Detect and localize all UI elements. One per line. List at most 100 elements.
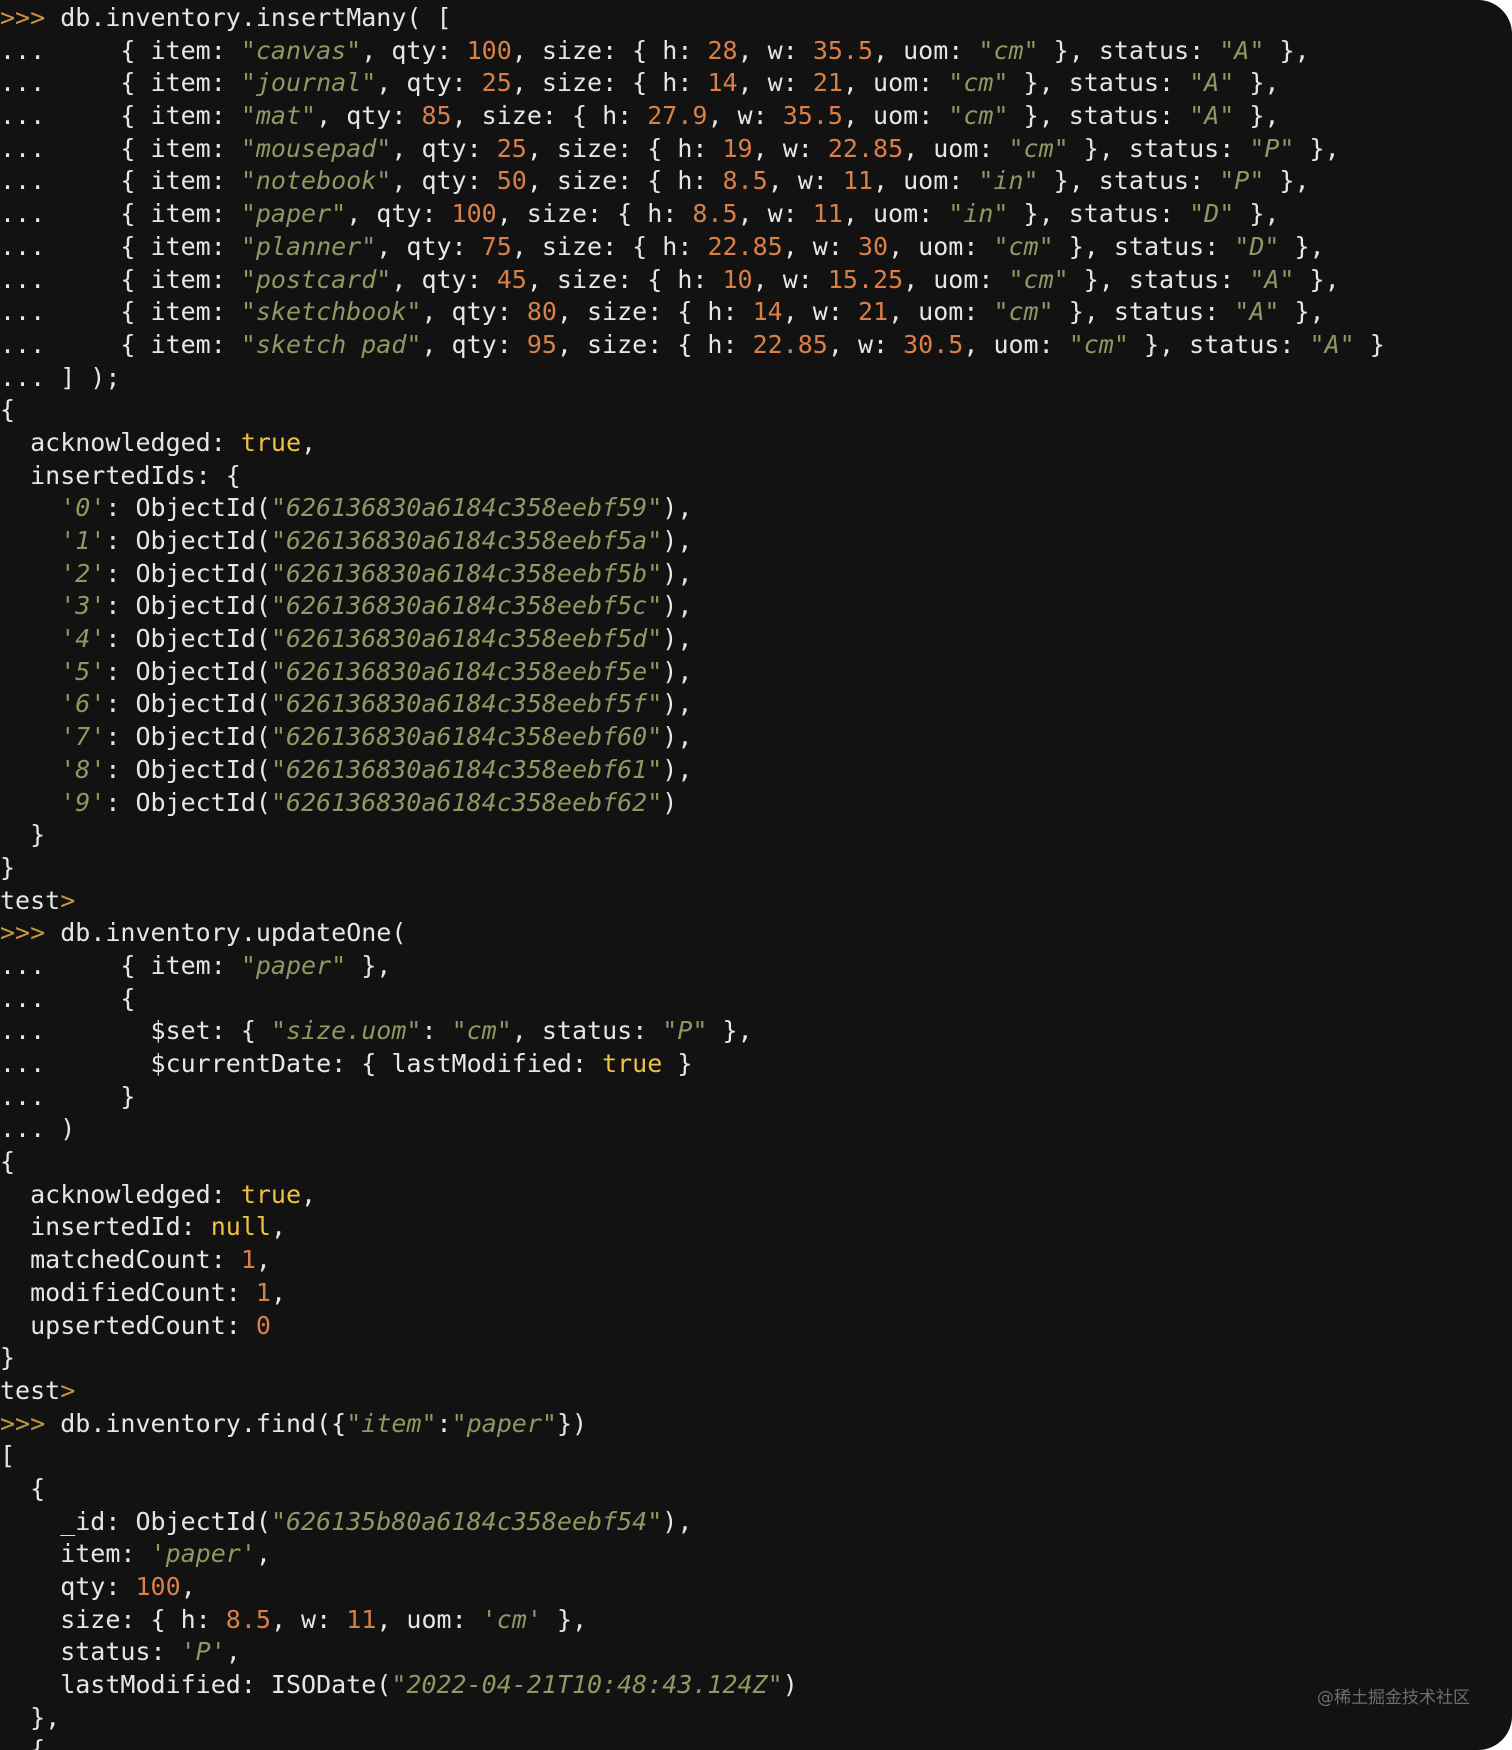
code-token: "A" (1219, 35, 1265, 65)
code-token: "notebook" (240, 166, 392, 196)
code-token: "paper" (240, 950, 347, 980)
code-token: 30.5 (903, 329, 964, 359)
code-token: }, status: (1068, 264, 1250, 294)
code-token: , size: { h: (556, 297, 753, 327)
code-token: "P" (1219, 166, 1265, 196)
code-token: , w: (752, 264, 828, 294)
code-token: >>> (0, 918, 61, 948)
code-token: ... { item: (0, 264, 241, 294)
terminal-line: '4': ObjectId("626136830a6184c358eebf5d"… (0, 623, 1385, 656)
code-token: , uom: (888, 231, 994, 261)
terminal-line: ... ] ); (0, 362, 1385, 395)
code-token: "cm" (993, 297, 1054, 327)
code-token: "cm" (1068, 329, 1129, 359)
code-token: 11 (346, 1604, 377, 1634)
code-token: , size: { h: (526, 264, 723, 294)
code-token: 100 (451, 199, 497, 229)
code-token: true (240, 427, 302, 457)
code-token: , status: (511, 1016, 663, 1046)
code-token: ... $set: { (0, 1016, 271, 1046)
terminal-line: insertedIds: { (0, 460, 1385, 493)
code-token: "A" (1189, 101, 1235, 131)
code-token: 0 (255, 1310, 271, 1340)
code-token: , uom: (376, 1604, 482, 1634)
code-token: , qty: (376, 68, 482, 98)
terminal-line: qty: 100, (0, 1571, 1385, 1604)
code-token: 25 (496, 133, 527, 163)
code-token: 95 (526, 329, 557, 359)
code-token: "626136830a6184c358eebf5f" (270, 689, 663, 719)
code-token: "A" (1234, 297, 1280, 327)
code-token: , (255, 1245, 271, 1275)
code-token: ), (662, 624, 693, 654)
code-token: '1' (60, 526, 106, 555)
code-token: }, status: (1038, 166, 1220, 196)
terminal-output[interactable]: >>> db.inventory.insertMany( [ ... { item… (0, 2, 1385, 1750)
code-token: _id: ObjectId( (0, 1506, 271, 1536)
terminal-line: test> (0, 1375, 1385, 1408)
code-token: acknowledged: (0, 1179, 241, 1209)
code-token: ... ] ); (0, 362, 121, 392)
code-token: , uom: (842, 68, 949, 98)
code-token: 8.5 (722, 166, 768, 196)
code-token: "paper" (240, 199, 347, 229)
code-token: 21 (857, 297, 889, 327)
code-token: : ObjectId( (105, 722, 271, 752)
code-token: "postcard" (240, 264, 392, 294)
code-token: '6' (60, 689, 106, 719)
code-token: modifiedCount: (0, 1277, 256, 1307)
code-token: , uom: (963, 329, 1069, 359)
watermark: @稀土掘金技术社区 (1317, 1688, 1470, 1708)
terminal-window[interactable]: >>> db.inventory.insertMany( [ ... { item… (0, 0, 1512, 1750)
code-token: , size: { h: (526, 166, 723, 196)
code-token: , size: { h: (511, 68, 708, 98)
code-token: } (1354, 329, 1385, 359)
terminal-line: lastModified: ISODate("2022-04-21T10:48:… (0, 1669, 1385, 1702)
code-token: 28 (707, 35, 738, 65)
code-token: { (0, 395, 16, 425)
code-token: "626136830a6184c358eebf59" (270, 493, 663, 523)
terminal-line: ... { item: "postcard", qty: 45, size: {… (0, 264, 1385, 297)
code-token: } (662, 1049, 693, 1078)
code-token: ... ) (0, 1114, 76, 1144)
code-token: test (0, 1375, 61, 1405)
code-token: ), (662, 526, 693, 555)
code-token: }, status: (1038, 35, 1220, 65)
code-token: ... { item: (0, 231, 241, 261)
code-token: "cm" (1008, 133, 1069, 163)
code-token: ... } (0, 1081, 136, 1111)
code-token: "626136830a6184c358eebf61" (270, 754, 663, 784)
code-token: ), (662, 722, 693, 752)
terminal-line: '3': ObjectId("626136830a6184c358eebf5c"… (0, 590, 1385, 623)
code-token: ) (782, 1670, 798, 1700)
code-token: '5' (60, 656, 106, 686)
terminal-line: matchedCount: 1, (0, 1244, 1385, 1277)
code-token: }, status: (1053, 231, 1235, 261)
code-token: item: (0, 1539, 151, 1569)
terminal-line: >>> db.inventory.insertMany( [ (0, 2, 1385, 35)
code-token: }, (1234, 199, 1280, 229)
terminal-line: ... { item: "sketch pad", qty: 95, size:… (0, 329, 1385, 362)
code-token: 100 (135, 1572, 181, 1601)
terminal-line: test> (0, 885, 1385, 918)
code-token: ), (662, 656, 693, 686)
terminal-line: acknowledged: true, (0, 1179, 1385, 1212)
code-token: 85 (421, 101, 452, 131)
code-token: }, status: (1008, 101, 1190, 131)
terminal-line: '5': ObjectId("626136830a6184c358eebf5e"… (0, 656, 1385, 689)
code-token: "cm" (1008, 264, 1069, 294)
code-token: , (180, 1572, 196, 1601)
code-token: ... { item: (0, 297, 241, 327)
code-token: : ObjectId( (105, 558, 271, 588)
code-token: [ (0, 1441, 16, 1471)
code-token: "P" (662, 1016, 708, 1046)
code-token: 30 (857, 231, 889, 261)
code-token: }, (1264, 166, 1310, 196)
code-token: upsertedCount: (0, 1310, 256, 1340)
terminal-line: '9': ObjectId("626136830a6184c358eebf62"… (0, 787, 1385, 820)
code-token: > (60, 1375, 76, 1405)
code-token: : ObjectId( (105, 787, 271, 817)
code-token: true (602, 1049, 663, 1078)
